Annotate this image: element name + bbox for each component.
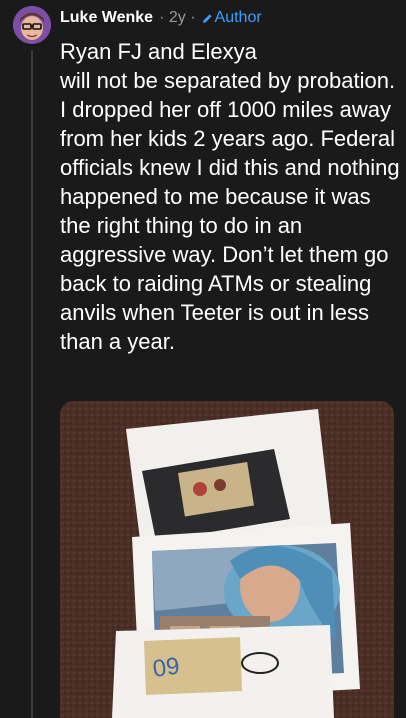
author-badge: Author <box>214 9 262 26</box>
comment-body: Ryan FJ and Elexya will not be separated… <box>60 39 400 354</box>
comment: Luke Wenke · 2y · Author Ryan FJ and Ele… <box>0 0 406 718</box>
pencil-icon <box>202 13 213 24</box>
avatar[interactable] <box>13 6 51 44</box>
comment-photo[interactable]: 09 <box>60 401 394 718</box>
svg-text:09: 09 <box>151 652 181 682</box>
username[interactable]: Luke Wenke <box>60 9 153 27</box>
comment-age: · 2y · <box>159 9 196 26</box>
comment-header: Luke Wenke · 2y · Author <box>60 7 262 29</box>
avatar-image <box>13 6 51 44</box>
photo-image: 09 <box>60 401 394 718</box>
thread-line[interactable] <box>31 50 33 718</box>
